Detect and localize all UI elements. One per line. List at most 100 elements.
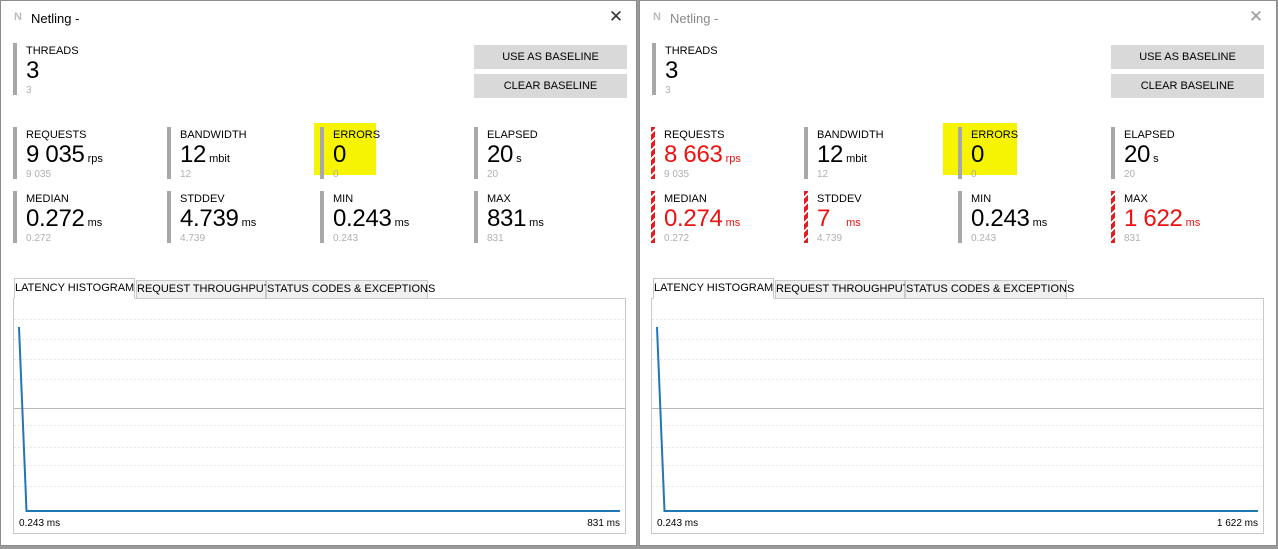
clear-baseline-button[interactable]: CLEAR BASELINE	[474, 74, 627, 98]
netling-window-right: N Netling - ✕ THREADS 3 3 USE AS BASELIN…	[639, 0, 1277, 546]
metric-errors: ERRORS 0 0	[958, 127, 1018, 180]
metric-unit: mbit	[846, 153, 867, 165]
metric-bar	[651, 191, 655, 243]
tab-request-throughput[interactable]: REQUEST THROUGHPUT	[775, 280, 909, 299]
metric-baseline: 3	[26, 85, 32, 96]
metric-bar	[1111, 127, 1115, 179]
metric-threads: THREADS 3 3	[13, 43, 79, 96]
metric-baseline: 831	[487, 233, 504, 244]
metric-label: MAX	[487, 193, 511, 205]
metric-label: THREADS	[26, 45, 79, 57]
metric-value: 20	[1124, 141, 1151, 168]
metric-elapsed: ELAPSED 20 s 20	[474, 127, 538, 180]
close-icon[interactable]: ✕	[606, 7, 626, 27]
close-icon[interactable]: ✕	[1246, 7, 1266, 27]
tab-status-codes-exceptions[interactable]: STATUS CODES & EXCEPTIONS	[266, 280, 435, 299]
metric-requests: REQUESTS 8 663 rps 9 035	[651, 127, 741, 180]
x-axis-max-label: 831 ms	[587, 518, 620, 529]
metric-value: 0	[971, 141, 985, 168]
window-title: Netling -	[670, 11, 719, 26]
metric-requests: REQUESTS 9 035 rps 9 035	[13, 127, 103, 180]
metric-bar	[474, 191, 478, 243]
title-bar[interactable]: N Netling - ✕	[640, 1, 1276, 35]
metric-bar	[804, 127, 808, 179]
metric-label: MAX	[1124, 193, 1148, 205]
metric-baseline: 3	[665, 85, 671, 96]
metric-bar	[13, 127, 17, 179]
latency-series-line	[18, 326, 620, 512]
metric-value: 12	[817, 141, 844, 168]
metric-unit: mbit	[209, 153, 230, 165]
netling-app-icon: N	[653, 11, 661, 23]
metric-label: MIN	[971, 193, 992, 205]
metric-baseline: 12	[180, 169, 192, 180]
metric-unit: ms	[87, 217, 103, 229]
metric-bar	[320, 191, 324, 243]
metric-stddev: STDDEV 4.739 ms 4.739	[167, 191, 256, 244]
tab-latency-histogram[interactable]: LATENCY HISTOGRAM	[14, 278, 135, 299]
metric-value: 0.274	[664, 205, 723, 232]
metric-stddev: STDDEV 7 ms 4.739	[804, 191, 862, 244]
metric-baseline: 9 035	[664, 169, 690, 180]
clear-baseline-button[interactable]: CLEAR BASELINE	[1111, 74, 1264, 98]
metric-value: 8 663	[664, 141, 723, 168]
metric-unit: ms	[1032, 217, 1048, 229]
metric-label: BANDWIDTH	[817, 129, 884, 141]
metric-threads: THREADS 3 3	[652, 43, 718, 96]
metric-baseline: 20	[1124, 169, 1136, 180]
metric-baseline: 0.243	[333, 233, 359, 244]
metric-baseline: 4.739	[180, 233, 206, 244]
metric-min: MIN 0.243 ms 0.243	[958, 191, 1048, 244]
metric-median: MEDIAN 0.272 ms 0.272	[13, 191, 103, 244]
metric-label: MEDIAN	[26, 193, 69, 205]
metric-baseline: 0.243	[971, 233, 997, 244]
x-axis-min-label: 0.243 ms	[19, 518, 61, 529]
tab-request-throughput[interactable]: REQUEST THROUGHPUT	[136, 280, 270, 299]
metric-label: MEDIAN	[664, 193, 707, 205]
metric-baseline: 12	[817, 169, 829, 180]
tab-latency-histogram[interactable]: LATENCY HISTOGRAM	[653, 278, 774, 299]
metric-value: 0.272	[26, 205, 85, 232]
metric-label: ERRORS	[333, 129, 381, 141]
metric-bar	[167, 127, 171, 179]
metric-elapsed: ELAPSED 20 s 20	[1111, 127, 1175, 180]
metric-errors: ERRORS 0 0	[320, 127, 381, 180]
metric-median: MEDIAN 0.274 ms 0.272	[651, 191, 741, 244]
use-as-baseline-button[interactable]: USE AS BASELINE	[1111, 45, 1264, 69]
histogram-plot	[14, 319, 625, 512]
metric-label: ELAPSED	[487, 129, 538, 141]
tab-status-codes-exceptions[interactable]: STATUS CODES & EXCEPTIONS	[905, 280, 1074, 299]
metric-unit: rps	[87, 153, 103, 165]
metric-value: 4.739	[180, 205, 239, 232]
metric-unit: ms	[846, 217, 861, 229]
metric-bar	[651, 127, 655, 179]
metric-bar	[13, 191, 17, 243]
metric-baseline: 0	[971, 169, 977, 180]
metric-value: 3	[26, 57, 40, 84]
metric-bandwidth: BANDWIDTH 12 mbit 12	[804, 127, 884, 180]
metric-value: 9 035	[26, 141, 85, 168]
metric-min: MIN 0.243 ms 0.243	[320, 191, 410, 244]
metric-value: 0.243	[971, 205, 1030, 232]
metric-bar	[13, 43, 17, 95]
metric-baseline: 0.272	[664, 233, 690, 244]
metric-unit: ms	[394, 217, 410, 229]
metric-value: 0	[333, 141, 347, 168]
metric-value: 7	[817, 205, 831, 232]
metric-bar	[804, 191, 808, 243]
metric-baseline: 20	[487, 169, 499, 180]
title-bar[interactable]: N Netling - ✕	[1, 1, 636, 35]
netling-window-left: N Netling - ✕ THREADS 3 3 USE AS BASELIN…	[0, 0, 637, 546]
use-as-baseline-button[interactable]: USE AS BASELINE	[474, 45, 627, 69]
metric-baseline: 9 035	[26, 169, 52, 180]
metric-bandwidth: BANDWIDTH 12 mbit 12	[167, 127, 247, 180]
metric-label: ELAPSED	[1124, 129, 1175, 141]
metric-label: MIN	[333, 193, 354, 205]
latency-histogram-chart	[13, 298, 626, 534]
metric-baseline: 0	[333, 169, 339, 180]
metric-label: STDDEV	[180, 193, 225, 205]
metric-unit: ms	[529, 217, 544, 229]
metric-unit: ms	[725, 217, 741, 229]
metric-bar	[958, 191, 962, 243]
metric-bar	[652, 43, 656, 95]
